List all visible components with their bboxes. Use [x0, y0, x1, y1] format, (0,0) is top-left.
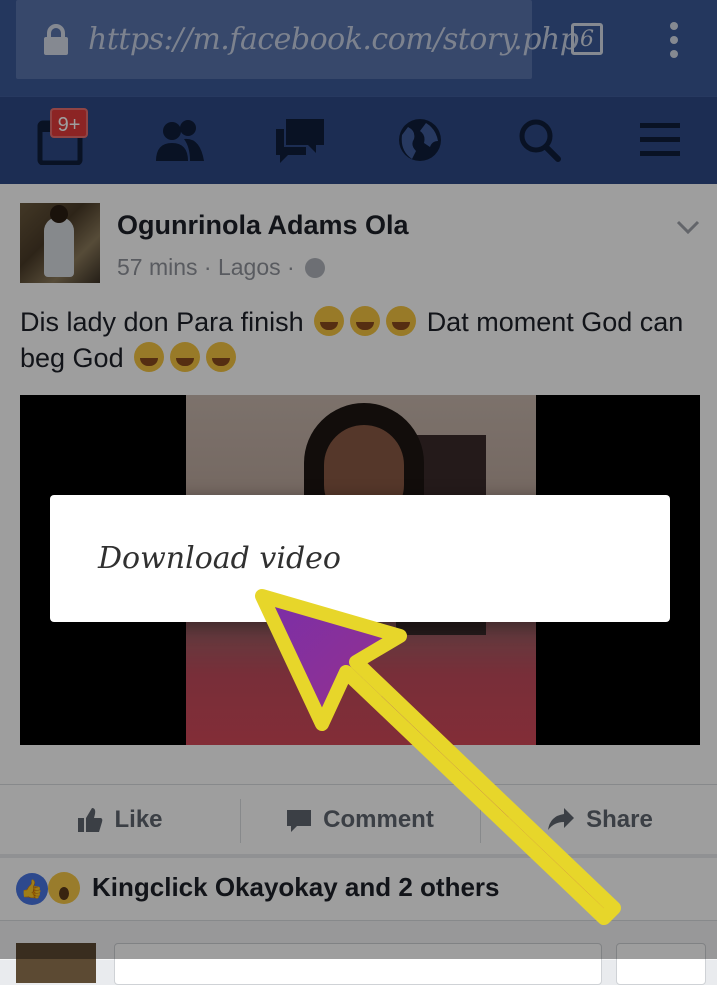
modal-dim-overlay[interactable] — [0, 0, 717, 959]
context-menu-popup: Download video — [50, 495, 670, 622]
download-video-menu-item[interactable]: Download video — [98, 541, 341, 576]
